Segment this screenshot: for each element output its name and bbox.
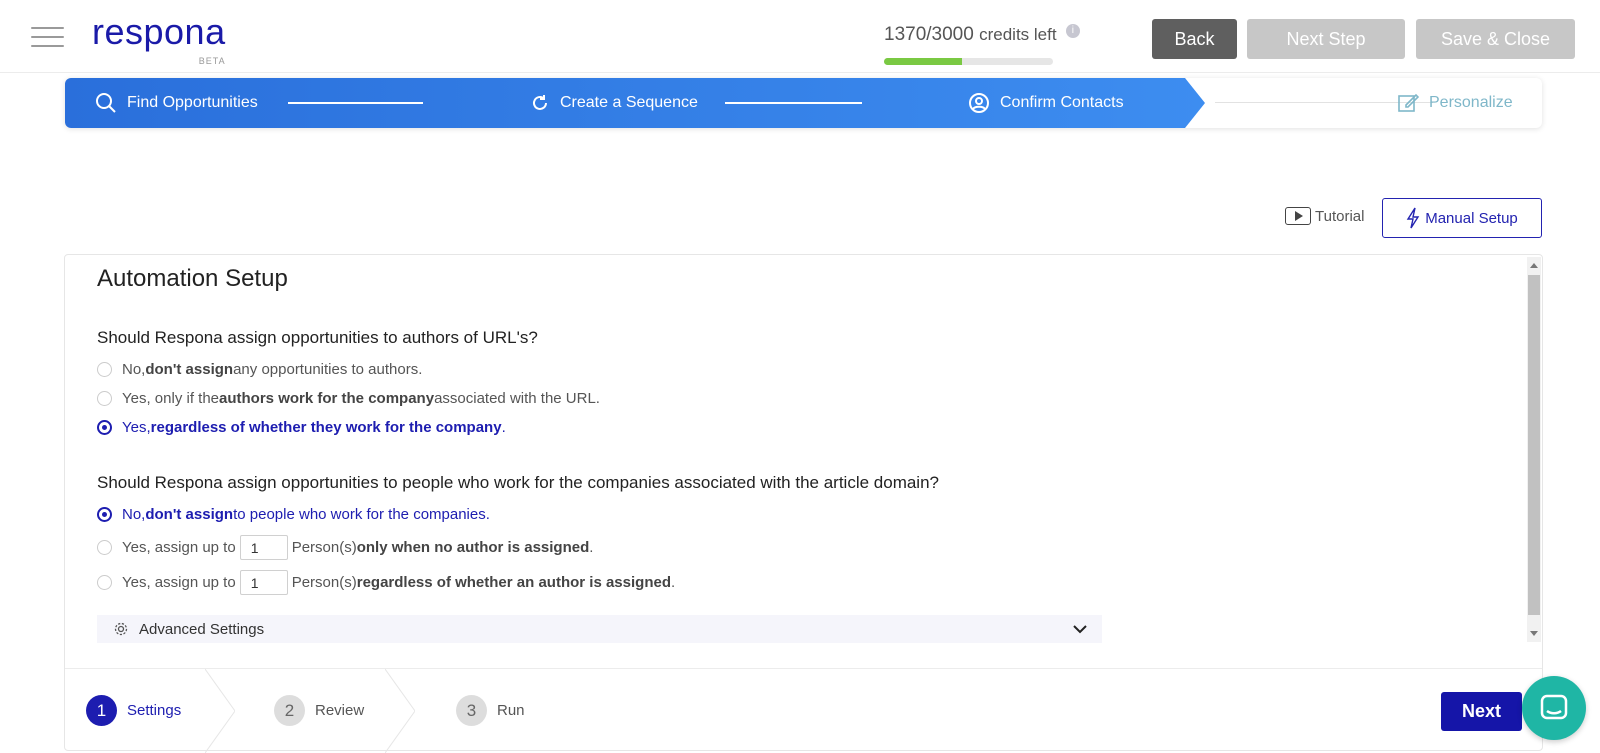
- option-text: .: [589, 539, 594, 556]
- chat-launcher[interactable]: [1522, 676, 1586, 740]
- credits-value: 1370/3000: [884, 24, 974, 45]
- credits-progress-bar: [884, 58, 1053, 65]
- person-count-input[interactable]: [239, 535, 288, 560]
- wizard-step-find-opportunities[interactable]: Find Opportunities: [95, 78, 258, 128]
- radio-button[interactable]: [97, 575, 112, 590]
- step-label: Settings: [127, 702, 182, 719]
- save-close-button[interactable]: Save & Close: [1416, 19, 1575, 59]
- radio-option-dont-assign-authors[interactable]: No, don't assign any opportunities to au…: [97, 361, 422, 378]
- radio-button[interactable]: [97, 540, 112, 555]
- tutorial-label: Tutorial: [1315, 207, 1365, 225]
- credits-counter: 1370/3000 credits left i: [884, 24, 1080, 46]
- option-text-bold: regardless of whether an author is assig…: [356, 574, 671, 591]
- wizard-connector: [725, 102, 862, 104]
- automation-setup-card: Automation Setup Should Respona assign o…: [64, 254, 1543, 753]
- wizard-step-label: Create a Sequence: [560, 94, 698, 111]
- footer-step-review[interactable]: 2 Review: [274, 695, 364, 726]
- search-icon: [96, 93, 116, 113]
- chevron-down-icon: [1073, 625, 1087, 634]
- step-number: 2: [274, 695, 305, 726]
- advanced-settings-label: Advanced Settings: [139, 620, 265, 638]
- wizard-step-create-sequence[interactable]: Create a Sequence: [530, 78, 698, 128]
- option-text: to people who work for the companies.: [233, 506, 490, 523]
- option-text: associated with the URL.: [434, 390, 600, 407]
- option-text-bold: authors work for the company: [219, 390, 435, 407]
- radio-button-selected[interactable]: [97, 507, 112, 522]
- wizard-step-label: Confirm Contacts: [1000, 94, 1124, 111]
- wizard-step-personalize[interactable]: Personalize: [1397, 78, 1513, 128]
- radio-option-regardless-of-company[interactable]: Yes, regardless of whether they work for…: [97, 419, 506, 436]
- person-count-input[interactable]: [239, 570, 288, 595]
- vertical-scrollbar[interactable]: [1527, 257, 1541, 642]
- radio-option-assign-regardless-of-author[interactable]: Yes, assign up to Person(s) regardless o…: [97, 570, 675, 595]
- radio-button[interactable]: [97, 391, 112, 406]
- wizard-step-label: Find Opportunities: [127, 94, 258, 111]
- radio-option-assign-when-no-author[interactable]: Yes, assign up to Person(s) only when no…: [97, 535, 593, 560]
- option-text: Yes, assign up to: [122, 539, 236, 556]
- manual-setup-button[interactable]: Manual Setup: [1382, 198, 1542, 238]
- hamburger-menu-icon[interactable]: [31, 27, 64, 47]
- gear-icon: [114, 622, 128, 636]
- option-text: Yes, only if the: [122, 390, 220, 407]
- option-text: Person(s): [291, 574, 357, 591]
- automation-settings-panel: Automation Setup Should Respona assign o…: [65, 255, 1525, 643]
- credits-progress-fill: [884, 58, 962, 65]
- back-button[interactable]: Back: [1152, 19, 1237, 59]
- wizard-step-label: Personalize: [1429, 94, 1513, 111]
- step-separator-icon: [385, 669, 415, 753]
- scroll-down-arrow-icon[interactable]: [1530, 631, 1538, 636]
- footer-step-run[interactable]: 3 Run: [456, 695, 525, 726]
- option-text: Yes, assign up to: [122, 574, 236, 591]
- info-icon[interactable]: i: [1065, 24, 1080, 38]
- refresh-icon: [533, 95, 547, 110]
- option-text: .: [501, 419, 506, 436]
- option-text: No,: [122, 361, 146, 378]
- scroll-up-arrow-icon[interactable]: [1530, 263, 1538, 268]
- option-text-bold: don't assign: [145, 361, 234, 378]
- radio-button[interactable]: [97, 362, 112, 377]
- step-number: 3: [456, 695, 487, 726]
- manual-setup-label: Manual Setup: [1425, 209, 1518, 227]
- option-text-bold: only when no author is assigned: [356, 539, 590, 556]
- scrollbar-thumb[interactable]: [1528, 275, 1540, 615]
- top-bar: respona BETA 1370/3000 credits left i Ba…: [0, 0, 1600, 73]
- play-video-icon: [1285, 207, 1311, 225]
- campaign-wizard: Find Opportunities Create a Sequence Con…: [65, 78, 1542, 128]
- wizard-connector: [288, 102, 423, 104]
- option-text: any opportunities to authors.: [233, 361, 423, 378]
- credits-label: credits left: [979, 25, 1057, 44]
- option-text: Person(s): [291, 539, 357, 556]
- option-text: Yes,: [122, 419, 151, 436]
- wizard-step-confirm-contacts[interactable]: Confirm Contacts: [968, 78, 1124, 128]
- automation-steps-footer: 1 Settings 2 Review 3 Run Next: [65, 668, 1542, 753]
- option-text-bold: regardless of whether they work for the …: [150, 419, 502, 436]
- step-number: 1: [86, 695, 117, 726]
- user-circle-icon: [969, 93, 989, 113]
- question-assign-authors: Should Respona assign opportunities to a…: [97, 328, 538, 347]
- next-step-button[interactable]: Next Step: [1247, 19, 1405, 59]
- option-text-bold: don't assign: [145, 506, 234, 523]
- radio-button-selected[interactable]: [97, 420, 112, 435]
- chat-icon: [1540, 694, 1568, 720]
- radio-option-dont-assign-people[interactable]: No, don't assign to people who work for …: [97, 506, 490, 523]
- option-text: .: [671, 574, 676, 591]
- advanced-settings-toggle[interactable]: Advanced Settings: [97, 615, 1102, 643]
- step-label: Run: [497, 702, 525, 719]
- tutorial-link[interactable]: Tutorial: [1285, 207, 1364, 225]
- logo-text: respona: [92, 11, 226, 52]
- footer-step-settings[interactable]: 1 Settings: [86, 695, 181, 726]
- page-title: Automation Setup: [97, 265, 288, 292]
- lightning-icon: [1406, 207, 1420, 229]
- step-separator-icon: [205, 669, 235, 753]
- next-button[interactable]: Next: [1441, 692, 1522, 731]
- edit-icon: [1398, 93, 1419, 112]
- step-label: Review: [315, 702, 365, 719]
- radio-option-authors-work-for-company[interactable]: Yes, only if the authors work for the co…: [97, 390, 600, 407]
- beta-badge: BETA: [198, 56, 226, 66]
- question-assign-company-people: Should Respona assign opportunities to p…: [97, 473, 939, 492]
- option-text: No,: [122, 506, 146, 523]
- logo[interactable]: respona BETA: [92, 11, 226, 67]
